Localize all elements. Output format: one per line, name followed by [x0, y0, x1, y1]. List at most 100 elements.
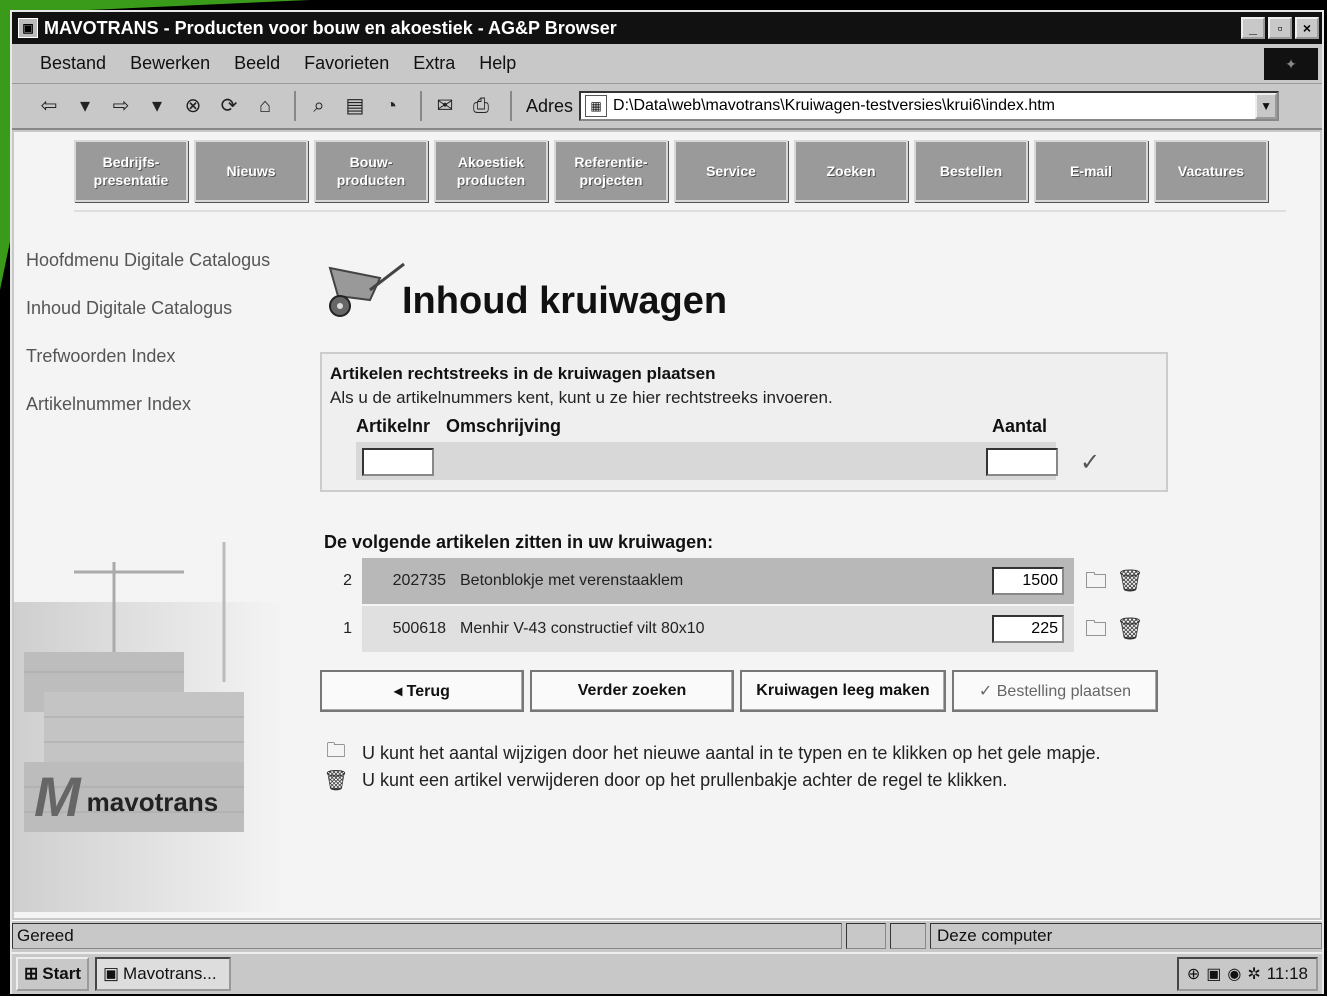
article-number-input[interactable]	[362, 448, 434, 476]
folder-icon[interactable]: 🗀	[1082, 567, 1110, 595]
clock: 11:18	[1266, 964, 1308, 983]
search-icon[interactable]: ⌕	[304, 92, 334, 120]
close-button[interactable]: ×	[1295, 17, 1319, 39]
page-title: Inhoud kruiwagen	[402, 280, 728, 322]
logo-mark: M	[34, 765, 81, 828]
toolbar-separator	[510, 91, 512, 121]
nav-bestellen[interactable]: Bestellen	[914, 140, 1028, 202]
nav-zoeken[interactable]: Zoeken	[794, 140, 908, 202]
folder-icon[interactable]: 🗀	[1082, 615, 1110, 643]
screen-frame: ▣ MAVOTRANS - Producten voor bouw en ako…	[0, 0, 1327, 996]
throbber-icon: ✦	[1264, 48, 1318, 80]
sidebar-item-artikelnummer[interactable]: Artikelnummer Index	[26, 394, 270, 415]
nav-email[interactable]: E-mail	[1034, 140, 1148, 202]
nav-nieuws[interactable]: Nieuws	[194, 140, 308, 202]
sidebar-item-inhoud[interactable]: Inhoud Digitale Catalogus	[26, 298, 270, 319]
stop-icon[interactable]: ⊗	[178, 92, 208, 120]
status-pane	[846, 922, 886, 949]
page-icon: ▦	[585, 95, 608, 117]
address-input[interactable]	[613, 97, 1256, 115]
quantity-cell	[978, 558, 1074, 604]
nav-bouwproducten[interactable]: Bouw- producten	[314, 140, 428, 202]
taskbar-item-mavotrans[interactable]: ▣ Mavotrans...	[94, 957, 231, 991]
quantity-input[interactable]	[986, 448, 1058, 476]
row-quantity-input[interactable]	[992, 615, 1064, 643]
home-icon[interactable]: ⌂	[250, 92, 280, 120]
print-icon[interactable]: ⎙	[466, 92, 496, 120]
browser-page-icon[interactable]: ▣	[18, 18, 38, 38]
menu-help[interactable]: Help	[479, 53, 516, 74]
forward-dropdown-icon[interactable]: ▾	[142, 92, 172, 120]
column-header-aantal: Aantal	[992, 416, 1048, 436]
logo-wordmark: mavotrans	[86, 787, 219, 817]
cart-list-title: De volgende artikelen zitten in uw kruiw…	[324, 532, 714, 552]
status-bar: Gereed Deze computer	[12, 920, 1322, 950]
folder-icon: 🗀	[326, 740, 346, 762]
sidebar-item-trefwoorden[interactable]: Trefwoorden Index	[26, 346, 270, 367]
address-bar[interactable]: ▦ ▼	[579, 91, 1280, 121]
column-header-artikelnr: Artikelnr	[356, 416, 431, 436]
start-button[interactable]: ⊞ Start	[16, 957, 89, 991]
nav-service[interactable]: Service	[674, 140, 788, 202]
speaker-icon[interactable]: ◉	[1227, 964, 1241, 984]
network-icon[interactable]: ⊕	[1187, 964, 1200, 984]
construction-site-image	[14, 542, 284, 912]
history-icon[interactable]: ◔	[376, 92, 406, 120]
nav-divider	[74, 210, 1286, 212]
window-title: MAVOTRANS - Producten voor bouw en akoes…	[44, 17, 617, 38]
address-dropdown-icon[interactable]: ▼	[1255, 93, 1278, 119]
menu-bewerken[interactable]: Bewerken	[130, 53, 210, 74]
menu-bar: Bestand Bewerken Beeld Favorieten Extra …	[12, 44, 1322, 84]
menu-extra[interactable]: Extra	[413, 53, 455, 74]
taskbar: ⊞ Start ▣ Mavotrans... ⊕ ▣ ◉ ✲ 11:18	[12, 952, 1322, 994]
help-note-trash: 🗑 U kunt een artikel verwijderen door op…	[322, 768, 1007, 793]
menu-bestand[interactable]: Bestand	[40, 53, 106, 74]
browser-page-icon: ▣	[102, 964, 120, 983]
title-bar[interactable]: ▣ MAVOTRANS - Producten voor bouw en ako…	[12, 12, 1322, 44]
toolbar-separator	[420, 91, 422, 121]
monitor-icon[interactable]: ▣	[1206, 964, 1221, 984]
nav-bedrijfspresentatie[interactable]: Bedrijfs- presentatie	[74, 140, 188, 202]
nav-referentieprojecten[interactable]: Referentie- projecten	[554, 140, 668, 202]
top-navigation: Bedrijfs- presentatie Nieuws Bouw- produ…	[74, 140, 1274, 202]
direct-entry-title: Artikelen rechtstreeks in de kruiwagen p…	[330, 364, 716, 383]
help-text-trash: U kunt een artikel verwijderen door op h…	[362, 770, 1008, 790]
forward-arrow-icon[interactable]: ⇨	[106, 92, 136, 120]
trash-icon[interactable]: 🗑	[1116, 615, 1144, 643]
empty-cart-button[interactable]: Kruiwagen leeg maken	[740, 670, 946, 712]
direct-entry-row	[356, 442, 1056, 480]
favorites-icon[interactable]: ▤	[340, 92, 370, 120]
back-dropdown-icon[interactable]: ▾	[70, 92, 100, 120]
search-further-button[interactable]: Verder zoeken	[530, 670, 734, 712]
back-button[interactable]: ◂ Terug	[320, 670, 524, 712]
row-quantity-input[interactable]	[992, 567, 1064, 595]
article-description: Betonblokje met verenstaaklem	[450, 558, 978, 604]
refresh-icon[interactable]: ⟳	[214, 92, 244, 120]
article-number: 500618	[362, 606, 450, 652]
checkmark-icon[interactable]: ✓	[1080, 448, 1100, 477]
mail-icon[interactable]: ✉	[430, 92, 460, 120]
sidebar-item-hoofdmenu[interactable]: Hoofdmenu Digitale Catalogus	[26, 250, 270, 271]
row-number: 1	[343, 620, 352, 637]
system-tray: ⊕ ▣ ◉ ✲ 11:18	[1176, 957, 1318, 991]
table-row: 2 202735 Betonblokje met verenstaaklem 🗀…	[324, 558, 1144, 604]
minimize-button[interactable]: _	[1241, 17, 1265, 39]
security-zone: Deze computer	[930, 922, 1322, 949]
menu-favorieten[interactable]: Favorieten	[304, 53, 389, 74]
direct-entry-description: Als u de artikelnummers kent, kunt u ze …	[330, 388, 833, 407]
status-text: Gereed	[12, 922, 842, 949]
status-pane	[890, 922, 926, 949]
place-order-button[interactable]: ✓ Bestelling plaatsen	[952, 670, 1158, 712]
nav-akoestiek-producten[interactable]: Akoestiek producten	[434, 140, 548, 202]
menu-beeld[interactable]: Beeld	[234, 53, 280, 74]
trash-icon: 🗑	[323, 770, 349, 792]
column-header-omschrijving: Omschrijving	[446, 416, 562, 436]
back-arrow-icon[interactable]: ⇦	[34, 92, 64, 120]
trash-icon[interactable]: 🗑	[1116, 567, 1144, 595]
nav-vacatures[interactable]: Vacatures	[1154, 140, 1268, 202]
tray-app-icon[interactable]: ✲	[1247, 964, 1260, 984]
quantity-cell	[978, 606, 1074, 652]
direct-entry-panel: Artikelen rechtstreeks in de kruiwagen p…	[320, 352, 1168, 492]
start-label: Start	[42, 964, 81, 983]
maximize-button[interactable]: ▫	[1268, 17, 1292, 39]
